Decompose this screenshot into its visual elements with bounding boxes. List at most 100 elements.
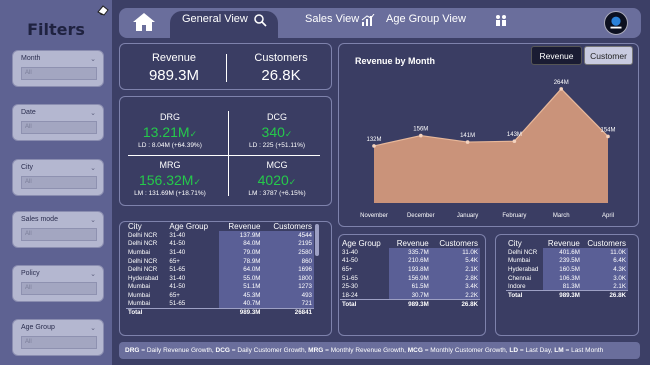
growth-divider-v	[228, 111, 229, 196]
table-cell: 30.7M	[389, 290, 431, 300]
table-row[interactable]: Hyderabad 160.5M 4.3K	[506, 265, 628, 274]
date-select[interactable]: All	[21, 121, 97, 134]
table-row[interactable]: 65+ 193.8M 2.1K	[340, 265, 480, 274]
data-point[interactable]	[606, 134, 610, 139]
table-cell: 51-65	[169, 300, 186, 308]
table-cell: 721	[262, 299, 314, 309]
table-cell: 4.3K	[581, 265, 628, 274]
table-scrollbar[interactable]	[315, 224, 319, 256]
policy-filter[interactable]: Policy ⌄ All	[12, 265, 104, 302]
table-row[interactable]: Chennai 106.3M 3.0K	[506, 273, 628, 283]
table-row[interactable]: Delhi NCR 41-50 84.0M 2195	[126, 239, 314, 249]
table-cell: 81.3M	[543, 282, 582, 291]
table-cell: 79.0M	[218, 248, 263, 257]
table-row[interactable]: 51-65 156.9M 2.8K	[340, 273, 480, 283]
data-point[interactable]	[372, 144, 376, 148]
table-row[interactable]: Mumbai 31-40 79.0M 2580	[126, 248, 314, 257]
dcg-label: DCG	[267, 112, 287, 122]
chevron-down-icon[interactable]: ⌄	[90, 270, 96, 278]
revenue-toggle-button[interactable]: Revenue	[531, 46, 582, 65]
age-group-filter[interactable]: Age Group ⌄ All	[12, 319, 104, 356]
column-header[interactable]: Age Group	[167, 222, 219, 231]
table-cell: 45.3M	[218, 291, 263, 300]
bar-chart-icon	[361, 14, 375, 26]
total-cell: 989.3M	[389, 299, 431, 309]
table-header-row: Age Group Revenue Customers	[340, 239, 480, 248]
table-row[interactable]: 41-50 210.6M 5.4K	[340, 256, 480, 266]
month-select[interactable]: All	[21, 67, 97, 80]
table-row[interactable]: 25-30 61.5M 3.4K	[340, 282, 480, 291]
table-row[interactable]: 31-40 335.7M 11.0K	[340, 248, 480, 257]
city-select[interactable]: All	[21, 176, 97, 189]
x-tick-label: March	[553, 213, 570, 219]
total-cell: 26841	[262, 307, 314, 317]
age-group-select[interactable]: All	[21, 336, 97, 349]
filter-label: Policy	[21, 270, 40, 277]
legend-mcg-text: = Monthly Customer Growth,	[422, 347, 510, 354]
column-header[interactable]: Revenue	[543, 239, 582, 248]
table-cell: 41-50	[169, 240, 186, 248]
chevron-down-icon[interactable]: ⌄	[90, 109, 96, 117]
legend-lm: LM	[554, 347, 564, 354]
table-cell: 41-50	[342, 257, 358, 265]
column-header[interactable]: Age Group	[340, 239, 389, 248]
total-cell	[167, 307, 219, 317]
table-cell: 31-40	[169, 274, 186, 282]
table-row[interactable]: 18-24 30.7M 2.2K	[340, 290, 480, 300]
table-row[interactable]: Hyderabad 31-40 55.0M 1800	[126, 273, 314, 283]
x-tick-label: January	[457, 213, 478, 219]
sales-mode-filter[interactable]: Sales mode ⌄ All	[12, 211, 104, 248]
table-row[interactable]: Delhi NCR 51-65 64.0M 1696	[126, 265, 314, 274]
column-header[interactable]: Customers	[431, 239, 480, 248]
column-header[interactable]: City	[506, 239, 543, 248]
policy-select[interactable]: All	[21, 282, 97, 295]
total-cell: Total	[126, 307, 168, 317]
table-cell: Chennai	[508, 274, 532, 282]
column-header[interactable]: Customers	[262, 222, 314, 231]
date-filter[interactable]: Date ⌄ All	[12, 104, 104, 141]
data-label: 264M	[554, 80, 569, 86]
tab-sales-view[interactable]: Sales View	[305, 13, 359, 25]
data-point[interactable]	[512, 139, 517, 144]
table-row[interactable]: Delhi NCR 401.6M 11.0K	[506, 248, 628, 257]
table-cell: 65+	[169, 257, 180, 265]
table-header-row: City Age Group Revenue Customers	[126, 222, 314, 231]
total-cell: 26.8K	[430, 299, 480, 309]
x-tick-label: April	[602, 213, 614, 219]
home-icon[interactable]	[131, 11, 157, 33]
table-cell: 335.7M	[389, 248, 431, 257]
sales-mode-select[interactable]: All	[21, 228, 97, 241]
column-header[interactable]: Revenue	[219, 222, 263, 231]
eraser-icon[interactable]	[96, 4, 110, 16]
chevron-down-icon[interactable]: ⌄	[90, 216, 96, 224]
chevron-down-icon[interactable]: ⌄	[90, 324, 96, 332]
column-header[interactable]: City	[126, 222, 167, 231]
table-row[interactable]: Mumbai 51-65 40.7M 721	[126, 299, 314, 309]
customer-toggle-button[interactable]: Customer	[584, 46, 633, 65]
table-row[interactable]: Mumbai 239.5M 6.4K	[506, 256, 628, 266]
table-cell: 25-30	[342, 283, 358, 291]
logo-mark-icon	[610, 16, 622, 29]
data-point[interactable]	[419, 133, 423, 138]
mrg-label: MRG	[159, 160, 181, 170]
tab-age-group-view[interactable]: Age Group View	[386, 13, 466, 25]
data-point[interactable]	[465, 140, 470, 144]
chevron-down-icon[interactable]: ⌄	[90, 55, 96, 63]
filter-label: Sales mode	[21, 216, 58, 223]
legend-ld: LD	[509, 347, 519, 354]
chevron-down-icon[interactable]: ⌄	[90, 164, 96, 172]
data-point[interactable]	[559, 87, 563, 91]
table-row[interactable]: Indore 81.3M 2.1K	[506, 282, 628, 291]
table-row[interactable]: Delhi NCR 31-40 137.9M 4544	[126, 231, 314, 240]
city-filter[interactable]: City ⌄ All	[12, 159, 104, 196]
x-tick-label: February	[502, 213, 526, 219]
table-row[interactable]: Delhi NCR 65+ 78.9M 860	[126, 256, 314, 266]
table-row[interactable]: Mumbai 65+ 45.3M 493	[126, 291, 314, 300]
column-header[interactable]: Customers	[582, 239, 628, 248]
table-row[interactable]: Mumbai 41-50 51.1M 1273	[126, 282, 314, 292]
tab-general-label[interactable]: General View	[182, 13, 248, 25]
legend-mrg-text: = Monthly Revenue Growth,	[323, 347, 408, 354]
table-cell: 137.9M	[218, 231, 263, 240]
month-filter[interactable]: Month ⌄ All	[12, 50, 104, 87]
column-header[interactable]: Revenue	[389, 239, 431, 248]
